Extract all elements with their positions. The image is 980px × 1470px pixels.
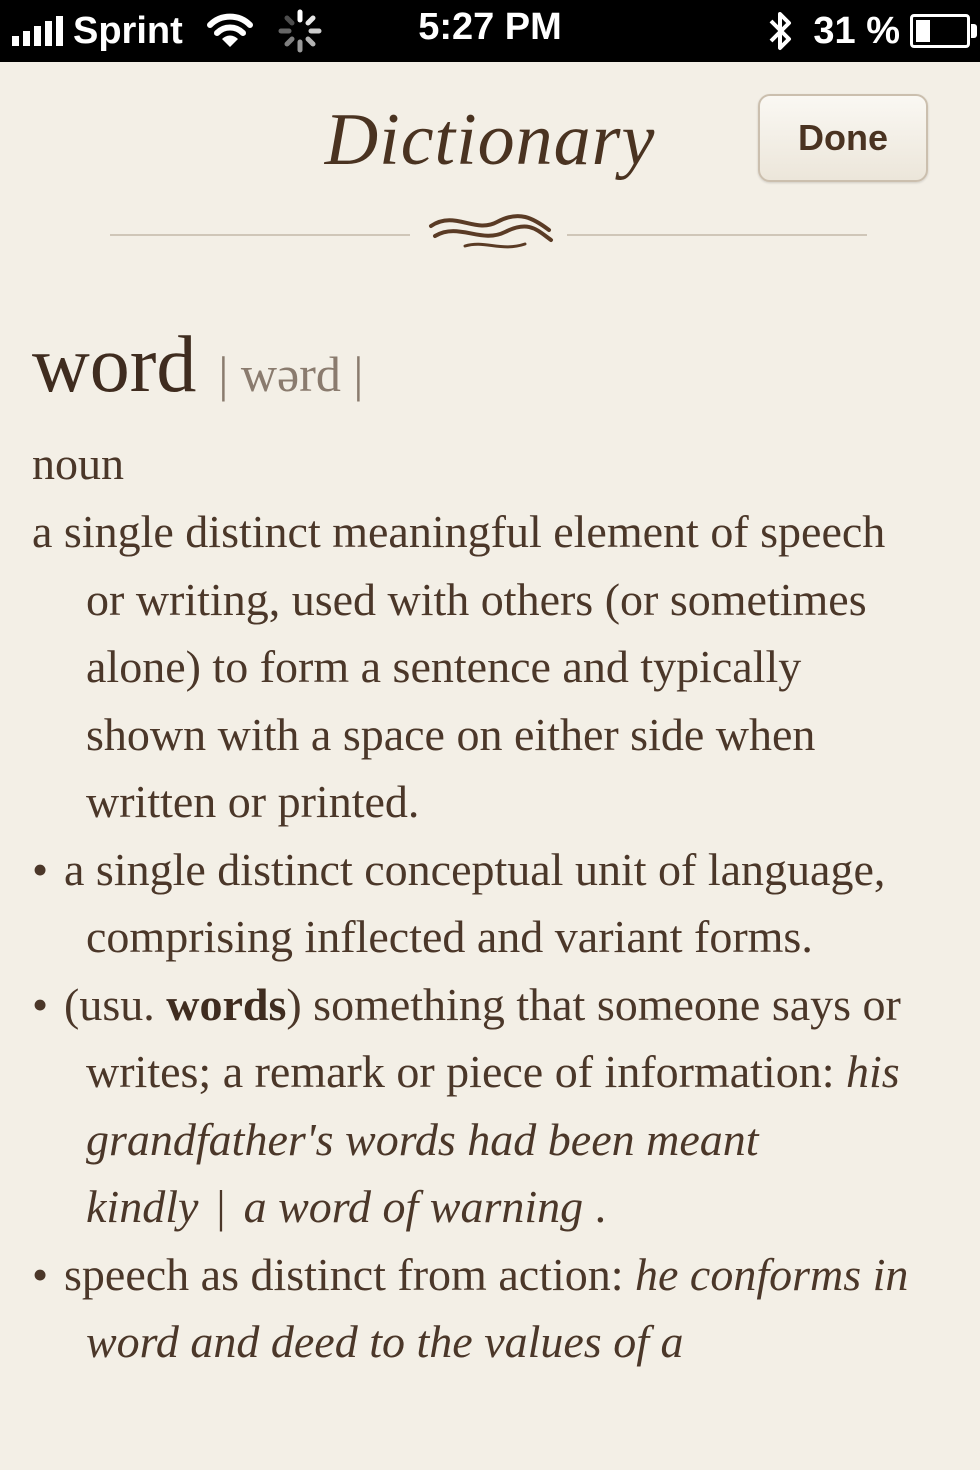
divider-right (567, 234, 867, 236)
dictionary-header: Dictionary Done (0, 62, 980, 292)
bullet: • (32, 1248, 49, 1300)
sense-1: a single distinct meaningful element of … (32, 506, 886, 827)
sense-2: • a single distinct conceptual unit of la… (32, 836, 932, 971)
part-of-speech: noun (32, 438, 124, 489)
sense-3: • (usu. words) something that someone say… (32, 971, 932, 1241)
battery-icon (910, 14, 977, 48)
sense-4: • speech as distinct from action: he conf… (32, 1241, 932, 1376)
divider-left (110, 234, 410, 236)
status-right: 31 % (765, 8, 977, 54)
example-2: a word of warning (243, 1181, 584, 1232)
ornament-swash-icon (429, 214, 553, 249)
sense-3-bold-word: words (166, 978, 287, 1030)
example-separator: | (216, 1181, 226, 1232)
headword-line: word | wərd | (32, 320, 932, 420)
headword: word (32, 321, 197, 409)
bluetooth-icon (769, 12, 792, 50)
definition-content: word | wərd | noun a single distinct mea… (32, 320, 932, 1376)
definition-list: a single distinct meaningful element of … (32, 498, 932, 1376)
battery-percent: 31 % (813, 9, 900, 52)
status-bar: Sprint 5:27 PM 31 % (0, 0, 980, 62)
bullet: • (32, 843, 49, 895)
pronunciation: | wərd | (218, 346, 364, 402)
done-button[interactable]: Done (758, 94, 928, 182)
bullet: • (32, 978, 49, 1030)
